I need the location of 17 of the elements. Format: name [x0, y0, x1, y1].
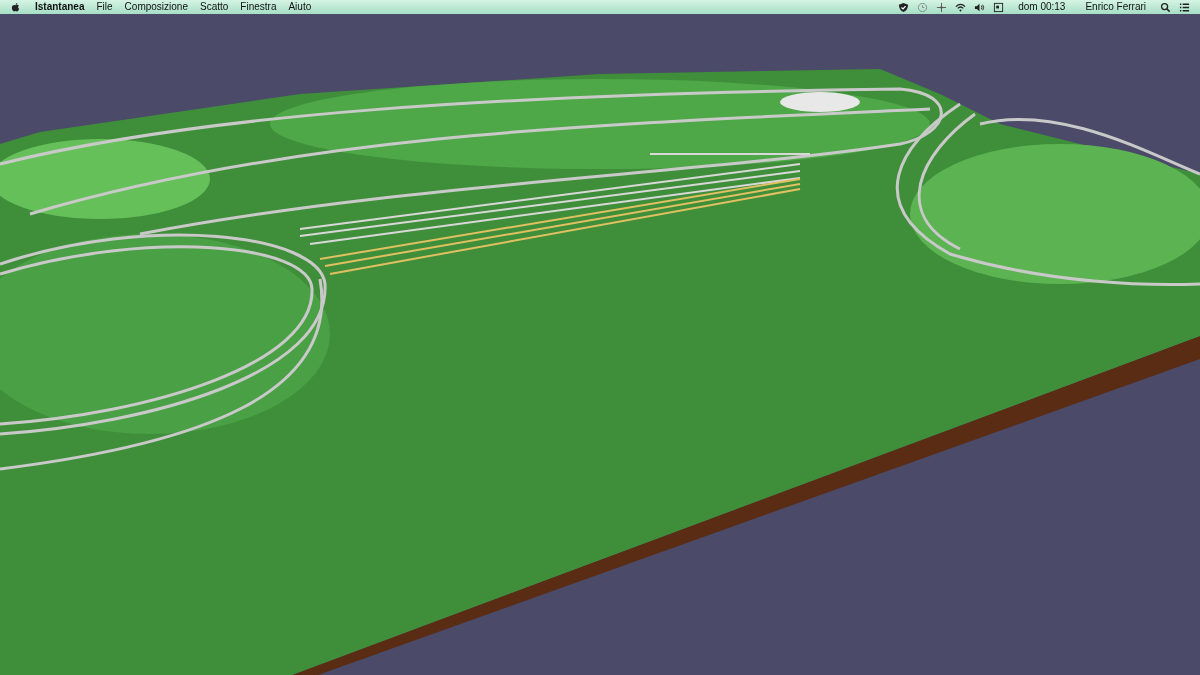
wifi-icon[interactable]: [955, 1, 967, 13]
menu-clock[interactable]: dom 00:13: [1012, 0, 1072, 14]
menu-item[interactable]: Composizione: [118, 0, 194, 14]
menu-item[interactable]: Finestra: [234, 0, 283, 14]
user-name[interactable]: Enrico Ferrari: [1079, 0, 1152, 14]
clock-icon[interactable]: [917, 1, 929, 13]
arrows-icon[interactable]: [936, 1, 948, 13]
shield-check-icon[interactable]: [898, 1, 910, 13]
menu-item[interactable]: File: [90, 0, 119, 14]
search-icon[interactable]: [1160, 1, 1171, 13]
menu-item[interactable]: Aiuto: [282, 0, 318, 14]
volume-icon[interactable]: [974, 1, 986, 13]
menu-item[interactable]: Scatto: [193, 0, 235, 14]
list-icon[interactable]: [1179, 1, 1190, 13]
app-menu[interactable]: Istantanea: [29, 0, 91, 14]
display-icon[interactable]: [993, 1, 1005, 13]
apple-icon[interactable]: [10, 1, 21, 13]
